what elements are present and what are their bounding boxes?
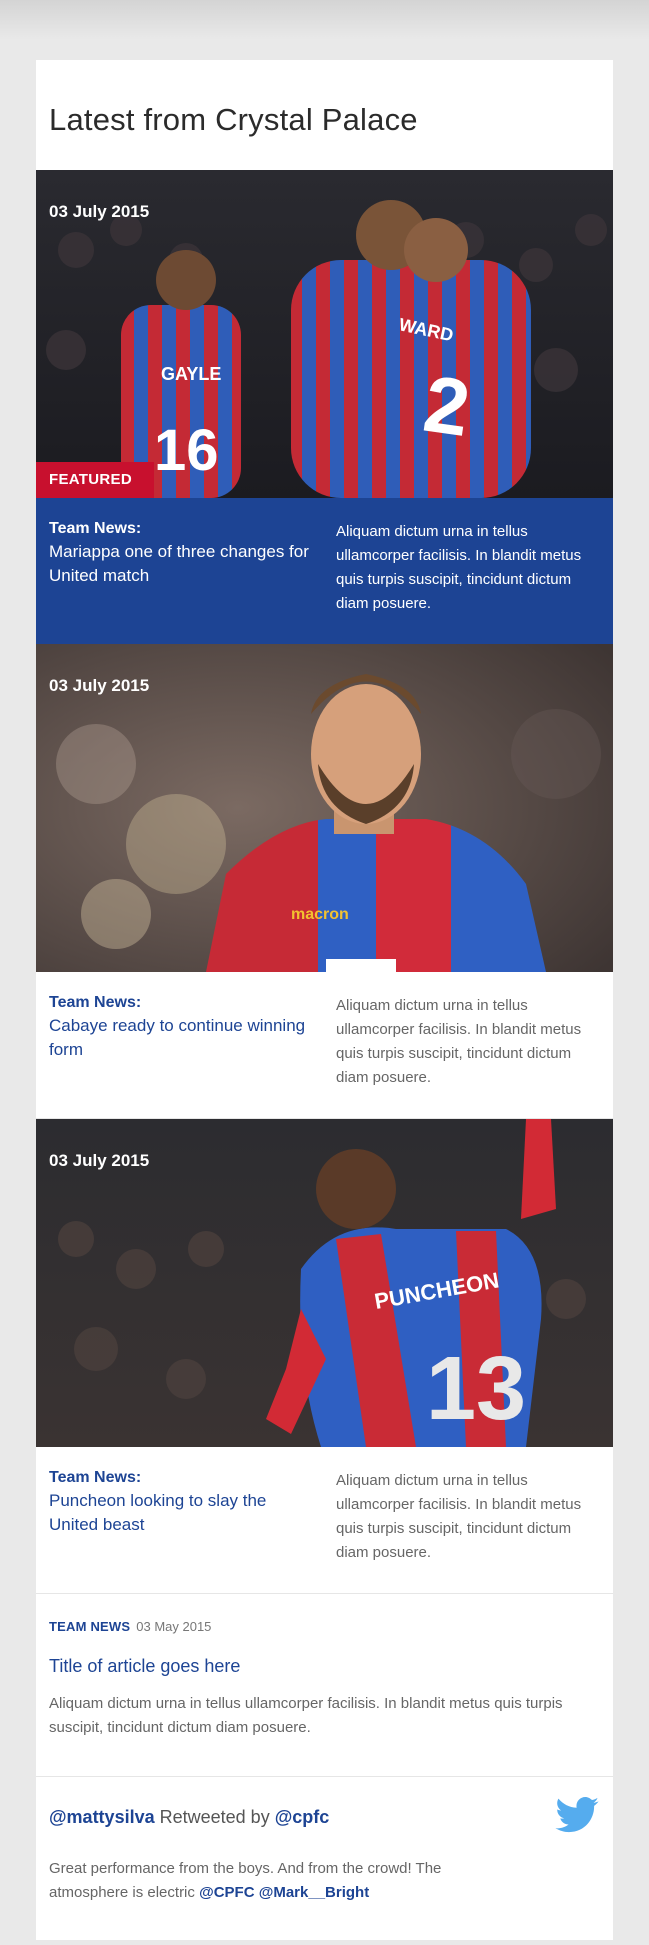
story-card[interactable]: PUNCHEON 13 03 July 2015 Team News: Punc… [36,1119,613,1594]
story-date: 03 July 2015 [49,676,150,695]
tweet-mention-cpfc[interactable]: @CPFC [199,1884,254,1901]
story-category: Team News: [49,994,142,1011]
story-headline-block: Team News: Puncheon looking to slay the … [49,1469,314,1537]
story-description: Aliquam dictum urna in tellus ullamcorpe… [336,1472,582,1561]
twitter-bird-icon[interactable] [555,1797,599,1838]
story-info: Team News: Cabaye ready to continue winn… [36,972,613,1119]
tweet-text: Great performance from the boys. And fro… [49,1857,519,1905]
tweet-mention-mark-bright[interactable]: @Mark__Bright [259,1884,370,1901]
top-shadow [0,0,649,40]
retweeted-by-label: Retweeted by [159,1807,270,1827]
story-info: Team News: Mariappa one of three changes… [36,498,613,644]
story-headline-block: Team News: Cabaye ready to continue winn… [49,994,314,1062]
shirt-name-gayle: GAYLE [161,364,221,384]
story-photo[interactable]: GAYLE 16 WARD 2 03 July 2015 FEATURED [36,170,613,498]
story-card-featured[interactable]: GAYLE 16 WARD 2 03 July 2015 FEATURED Te… [36,170,613,644]
news-feed-card: Latest from Crystal Palace GAYLE 16 WARD… [36,60,613,1940]
sponsor-logo-text: macron [291,906,349,923]
story-headline-block: Team News: Mariappa one of three changes… [49,520,314,588]
news-meta: TEAM NEWS 03 May 2015 [49,1619,211,1634]
shirt-number-16: 16 [154,418,219,483]
story-photo[interactable]: macron 03 July 2015 [36,644,613,972]
story-title-link[interactable]: Puncheon looking to slay the United beas… [49,1489,314,1537]
feed-header: Latest from Crystal Palace [36,60,613,170]
news-tag[interactable]: TEAM NEWS [49,1619,130,1634]
story-title-link[interactable]: Mariappa one of three changes for United… [49,540,314,588]
story-date: 03 July 2015 [49,1151,150,1170]
story-card[interactable]: macron 03 July 2015 Team News: Cabaye re… [36,644,613,1119]
retweeter-link[interactable]: @cpfc [275,1807,330,1827]
story-description: Aliquam dictum urna in tellus ullamcorpe… [336,997,582,1086]
tweet-user-link[interactable]: @mattysilva [49,1807,155,1827]
story-photo[interactable]: PUNCHEON 13 03 July 2015 [36,1119,613,1447]
news-description: Aliquam dictum urna in tellus ullamcorpe… [49,1695,563,1736]
news-date: 03 May 2015 [136,1619,212,1634]
story-description: Aliquam dictum urna in tellus ullamcorpe… [336,523,582,612]
section-title: Latest from Crystal Palace [49,102,418,137]
tweet-header: @mattysilva Retweeted by @cpfc [49,1807,329,1828]
news-title-link[interactable]: Title of article goes here [49,1656,240,1677]
story-category: Team News: [49,520,142,537]
story-info: Team News: Puncheon looking to slay the … [36,1447,613,1594]
news-item[interactable]: TEAM NEWS 03 May 2015 Title of article go… [36,1594,613,1777]
tweet-card: @mattysilva Retweeted by @cpfc Great per… [36,1777,613,1940]
shirt-number-13: 13 [426,1339,526,1439]
featured-badge: FEATURED [36,462,154,498]
story-category: Team News: [49,1469,142,1486]
story-title-link[interactable]: Cabaye ready to continue winning form [49,1014,314,1062]
story-date: 03 July 2015 [49,202,150,221]
